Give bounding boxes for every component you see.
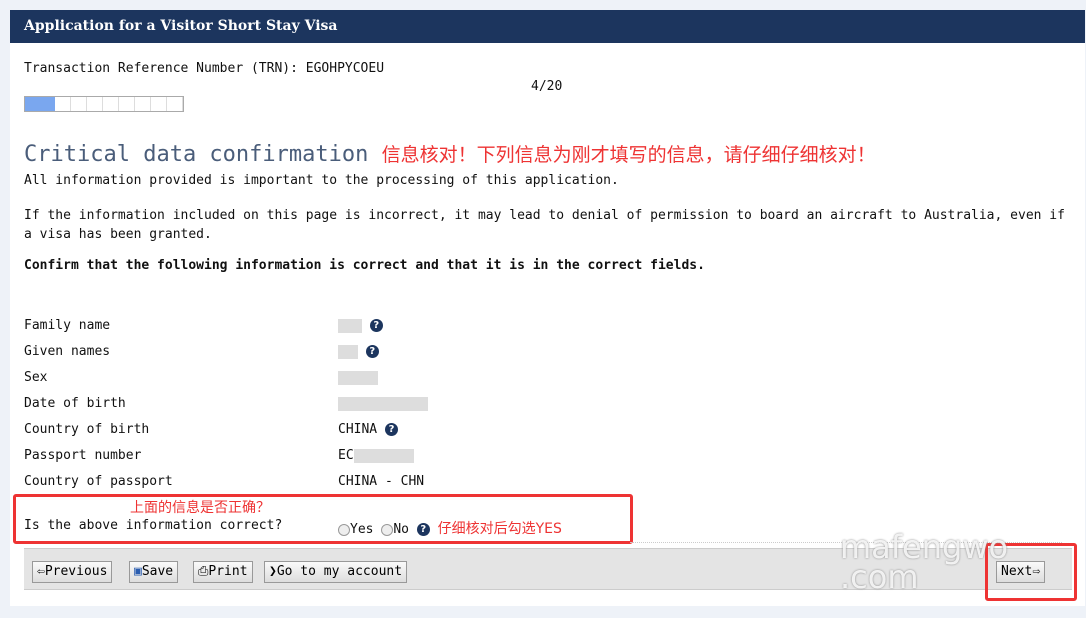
answer-annotation: 仔细核对后勾选YES bbox=[437, 521, 562, 537]
trn-text: Transaction Reference Number (TRN): EGOH… bbox=[24, 61, 385, 76]
progress-segment bbox=[119, 97, 135, 111]
help-icon[interactable]: ? bbox=[416, 523, 430, 536]
progress-segment bbox=[151, 97, 167, 111]
progress-segment bbox=[71, 97, 87, 111]
redacted-value bbox=[338, 318, 362, 333]
field-label: Sex bbox=[24, 370, 48, 385]
warning-text: If the information included on this page… bbox=[24, 208, 1065, 242]
progress-segment bbox=[135, 97, 151, 111]
progress-segment bbox=[55, 97, 71, 111]
field-value: ? bbox=[338, 318, 383, 333]
page-title: Critical data confirmation 信息核对！下列信息为刚才填… bbox=[24, 142, 876, 167]
field-value: CHINA ? bbox=[338, 422, 398, 437]
account-button[interactable]: ❯Go to my account bbox=[264, 561, 408, 583]
field-label: Date of birth bbox=[24, 396, 126, 411]
field-value bbox=[338, 370, 378, 385]
field-value: EC bbox=[338, 448, 414, 463]
field-label: Passport number bbox=[24, 448, 142, 463]
redacted-value bbox=[353, 448, 414, 463]
help-icon[interactable]: ? bbox=[369, 319, 383, 332]
question-label: Is the above information correct? bbox=[24, 518, 283, 533]
field-label: Country of birth bbox=[24, 422, 150, 437]
field-label: Family name bbox=[24, 318, 111, 333]
confirm-text: Confirm that the following information i… bbox=[24, 258, 705, 273]
progress-segment bbox=[25, 97, 40, 111]
redacted-value bbox=[338, 396, 428, 411]
redacted-value bbox=[338, 370, 378, 385]
progress-label: 4/20 bbox=[531, 79, 563, 94]
progress-segment bbox=[103, 97, 119, 111]
progress-segment bbox=[167, 97, 183, 111]
field-label: Country of passport bbox=[24, 474, 173, 489]
title-annotation: 信息核对！下列信息为刚才填写的信息，请仔细仔细核对！ bbox=[381, 144, 876, 166]
arrow-left-icon: ⇦ bbox=[37, 564, 45, 579]
answer-group: Yes No ? 仔细核对后勾选YES bbox=[338, 518, 562, 538]
page-header: Application for a Visitor Short Stay Vis… bbox=[10, 10, 1085, 43]
field-value: CHINA - CHN bbox=[338, 474, 425, 489]
no-radio[interactable] bbox=[381, 523, 394, 536]
field-value bbox=[338, 396, 428, 411]
field-label: Given names bbox=[24, 344, 111, 359]
printer-icon: ⎙ bbox=[198, 564, 209, 579]
help-icon[interactable]: ? bbox=[384, 423, 398, 436]
save-button[interactable]: ▣Save bbox=[129, 561, 179, 583]
previous-button[interactable]: ⇦Previous bbox=[32, 561, 113, 583]
field-value: ? bbox=[338, 344, 379, 359]
floppy-icon: ▣ bbox=[134, 564, 142, 579]
chevron-right-icon: ❯ bbox=[269, 564, 277, 579]
print-button[interactable]: ⎙Print bbox=[193, 561, 253, 583]
intro-text: All information provided is important to… bbox=[24, 173, 619, 188]
progress-bar bbox=[24, 96, 184, 112]
redacted-value bbox=[338, 344, 358, 359]
question-annotation: 上面的信息是否正确？ bbox=[130, 500, 270, 516]
yes-radio[interactable] bbox=[338, 523, 350, 536]
help-icon[interactable]: ? bbox=[365, 345, 379, 358]
progress-segment bbox=[87, 97, 103, 111]
progress-segment bbox=[40, 97, 55, 111]
watermark: mafengwo .com bbox=[840, 528, 1009, 596]
